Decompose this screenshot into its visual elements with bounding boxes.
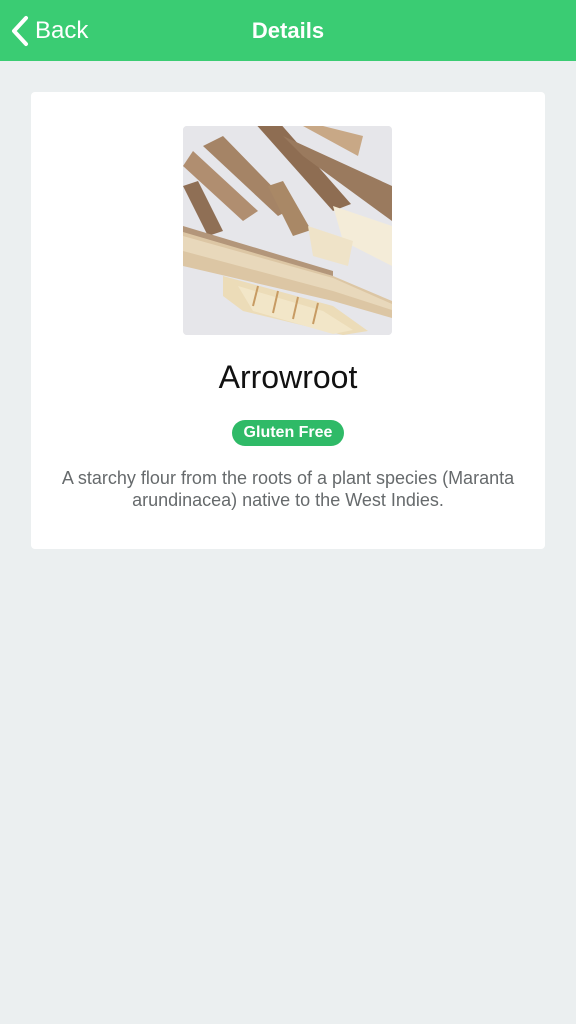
chevron-left-icon: [10, 15, 30, 47]
badge-container: Gluten Free: [31, 420, 545, 446]
navigation-bar: Back Details: [0, 0, 576, 61]
item-description: A starchy flour from the roots of a plan…: [61, 468, 515, 510]
gluten-free-badge: Gluten Free: [231, 420, 345, 446]
back-label: Back: [35, 17, 89, 44]
item-photo: [183, 126, 392, 335]
back-button[interactable]: Back: [10, 14, 88, 48]
detail-card: Arrowroot Gluten Free A starchy flour fr…: [31, 92, 545, 549]
item-name: Arrowroot: [218, 359, 358, 395]
